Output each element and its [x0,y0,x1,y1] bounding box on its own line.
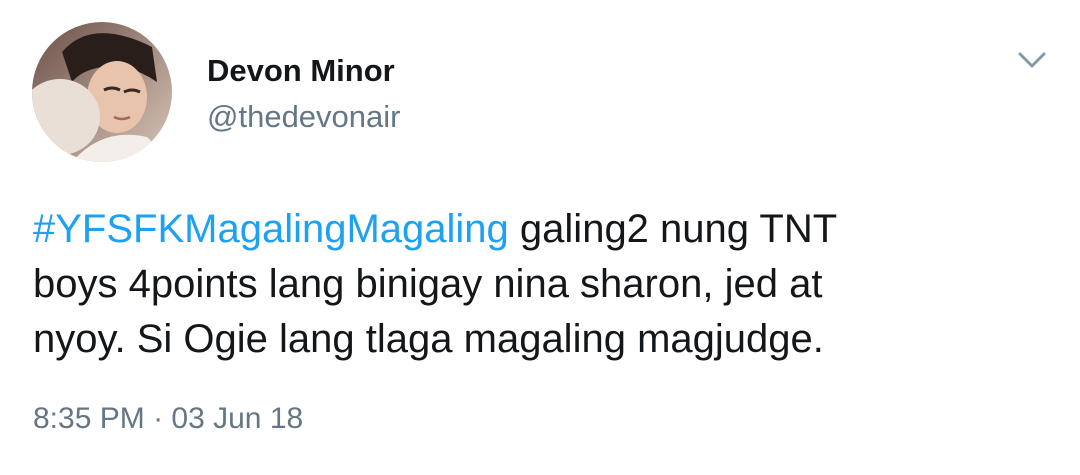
tweet-text-line-1: #YFSFKMagalingMagaling galing2 nung TNT [33,202,1043,257]
tweet-date: 03 Jun 18 [171,402,304,435]
timestamp-separator: · [153,402,164,435]
display-name[interactable]: Devon Minor [207,53,395,89]
tweet-timestamp[interactable]: 8:35 PM · 03 Jun 18 [33,402,303,436]
tweet-text-segment: galing2 nung TNT [508,207,838,251]
avatar-photo [32,22,172,162]
tweet-text: #YFSFKMagalingMagaling galing2 nung TNT … [33,202,1043,367]
user-handle[interactable]: @thedevonair [207,99,400,135]
tweet-card: Devon Minor @thedevonair #YFSFKMagalingM… [0,0,1080,475]
avatar[interactable] [32,22,172,162]
tweet-text-line-3: nyoy. Si Ogie lang tlaga magaling magjud… [33,317,824,361]
tweet-time: 8:35 PM [33,402,145,435]
tweet-text-line-2: boys 4points lang binigay nina sharon, j… [33,262,823,306]
hashtag-link[interactable]: #YFSFKMagalingMagaling [33,207,509,251]
chevron-down-icon[interactable] [1012,44,1052,78]
